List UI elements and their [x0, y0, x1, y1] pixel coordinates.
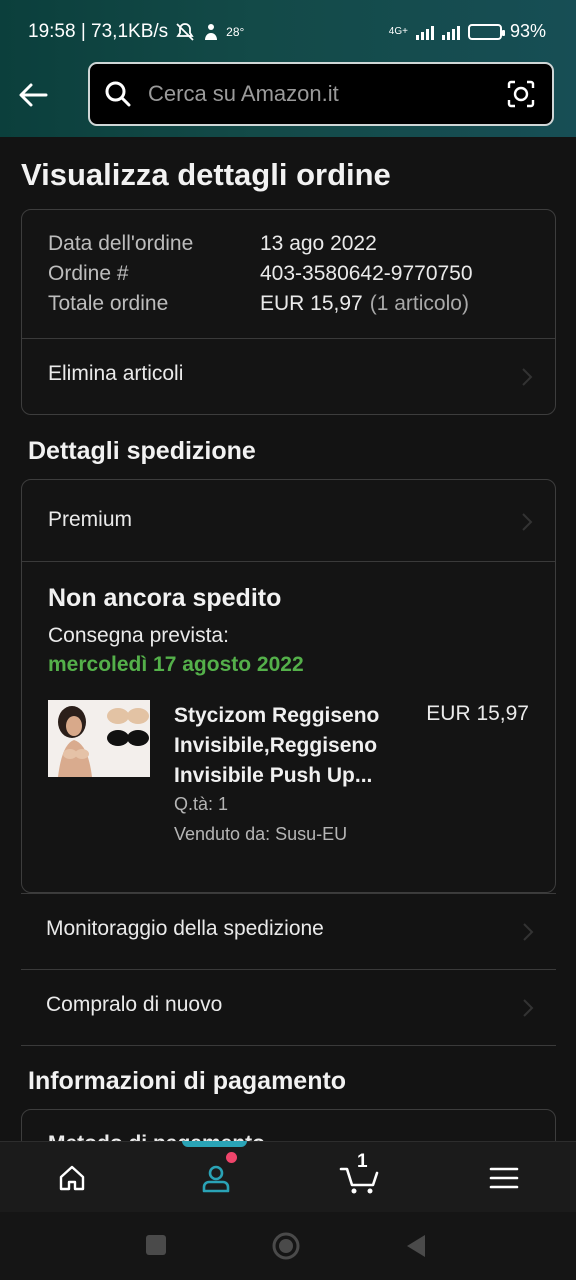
home-icon	[59, 1165, 85, 1190]
nav-account[interactable]	[144, 1142, 288, 1213]
track-shipment-link[interactable]: Monitoraggio della spedizione	[46, 917, 324, 941]
menu-icon	[489, 1167, 519, 1188]
delete-items-row[interactable]: Elimina articoli	[22, 339, 555, 415]
product-title[interactable]: Stycizom Reggiseno Invisibile,Reggiseno …	[174, 701, 404, 791]
chevron-right-icon	[522, 368, 533, 386]
shipment-status: Non ancora spedito	[48, 584, 282, 612]
app-notification-icon	[205, 24, 218, 40]
cart-count: 1	[357, 1151, 368, 1172]
back-arrow-icon[interactable]	[16, 78, 50, 112]
order-date-row: Data dell'ordine 13 ago 2022	[48, 232, 377, 256]
camera-search-icon[interactable]	[506, 79, 536, 109]
shipping-speed[interactable]: Premium	[48, 508, 132, 532]
order-number-label: Ordine #	[48, 262, 129, 285]
shipping-section-title: Dettagli spedizione	[28, 437, 256, 465]
shipping-speed-row[interactable]: Premium	[22, 480, 555, 561]
order-date-label: Data dell'ordine	[48, 232, 194, 255]
status-bar: 19:58 | 73,1KB/s 28° 4G+ 93%	[0, 0, 576, 62]
order-total-items: (1 articolo)	[369, 292, 469, 315]
status-time-speed: 19:58 | 73,1KB/s	[28, 21, 169, 42]
payment-card[interactable]: Metodo di pagamento	[21, 1109, 556, 1141]
chevron-right-icon	[523, 999, 534, 1017]
shipping-card: Premium Non ancora spedito Consegna prev…	[21, 479, 556, 893]
status-left: 19:58 | 73,1KB/s 28°	[28, 21, 244, 43]
chevron-right-icon	[522, 513, 533, 531]
product-photo	[48, 700, 150, 777]
divider	[21, 1045, 556, 1046]
app-header: 19:58 | 73,1KB/s 28° 4G+ 93% Cerca su Am…	[0, 0, 576, 137]
payment-section-title: Informazioni di pagamento	[28, 1067, 347, 1095]
order-total-value: EUR 15,97	[260, 292, 363, 315]
battery-icon	[467, 23, 505, 40]
account-notification-dot	[226, 1152, 237, 1163]
buy-again-link[interactable]: Compralo di nuovo	[46, 993, 222, 1017]
mute-notifications-icon	[176, 23, 194, 41]
network-type: 4G+	[388, 25, 408, 37]
delivery-date: mercoledì 17 agosto 2022	[48, 653, 304, 676]
search-input[interactable]: Cerca su Amazon.it	[88, 62, 554, 126]
divider	[22, 561, 555, 562]
chevron-right-icon	[523, 923, 534, 941]
temperature: 28°	[226, 25, 245, 39]
battery-percent: 93%	[509, 21, 546, 41]
home-button-icon[interactable]	[271, 1231, 301, 1261]
track-shipment-row[interactable]: Monitoraggio della spedizione	[21, 893, 556, 969]
page-title: Visualizza dettagli ordine	[21, 157, 391, 192]
product-image[interactable]	[48, 700, 150, 777]
order-details-content[interactable]: Visualizza dettagli ordine Data dell'ord…	[0, 137, 576, 1141]
order-summary-card: Data dell'ordine 13 ago 2022 Ordine # 40…	[21, 209, 556, 415]
order-total-label: Totale ordine	[48, 292, 169, 315]
order-number-value: 403-3580642-9770750	[260, 262, 473, 285]
back-button-icon[interactable]	[405, 1234, 427, 1258]
system-navigation-bar	[0, 1212, 576, 1280]
order-date-value: 13 ago 2022	[260, 232, 377, 255]
product-price: EUR 15,97	[426, 702, 529, 725]
search-icon	[105, 81, 131, 107]
product-seller: Venduto da: Susu-EU	[174, 824, 348, 844]
bottom-navigation: 1	[0, 1141, 576, 1212]
order-total-row: Totale ordine EUR 15,97 (1 articolo)	[48, 292, 469, 316]
nav-menu[interactable]	[432, 1142, 576, 1213]
nav-home[interactable]	[0, 1142, 144, 1213]
order-number-row: Ordine # 403-3580642-9770750	[48, 262, 473, 286]
delivery-label: Consegna prevista:	[48, 624, 229, 647]
status-right: 4G+ 93%	[389, 21, 546, 42]
signal-icon-1	[415, 24, 434, 40]
signal-icon-2	[441, 24, 460, 40]
search-placeholder: Cerca su Amazon.it	[148, 81, 339, 106]
product-quantity: Q.tà: 1	[174, 794, 229, 814]
buy-again-row[interactable]: Compralo di nuovo	[21, 969, 556, 1045]
delete-items-link[interactable]: Elimina articoli	[48, 362, 183, 386]
recents-icon[interactable]	[145, 1234, 167, 1256]
account-icon	[202, 1165, 230, 1192]
payment-method-label: Metodo di pagamento	[48, 1132, 265, 1141]
